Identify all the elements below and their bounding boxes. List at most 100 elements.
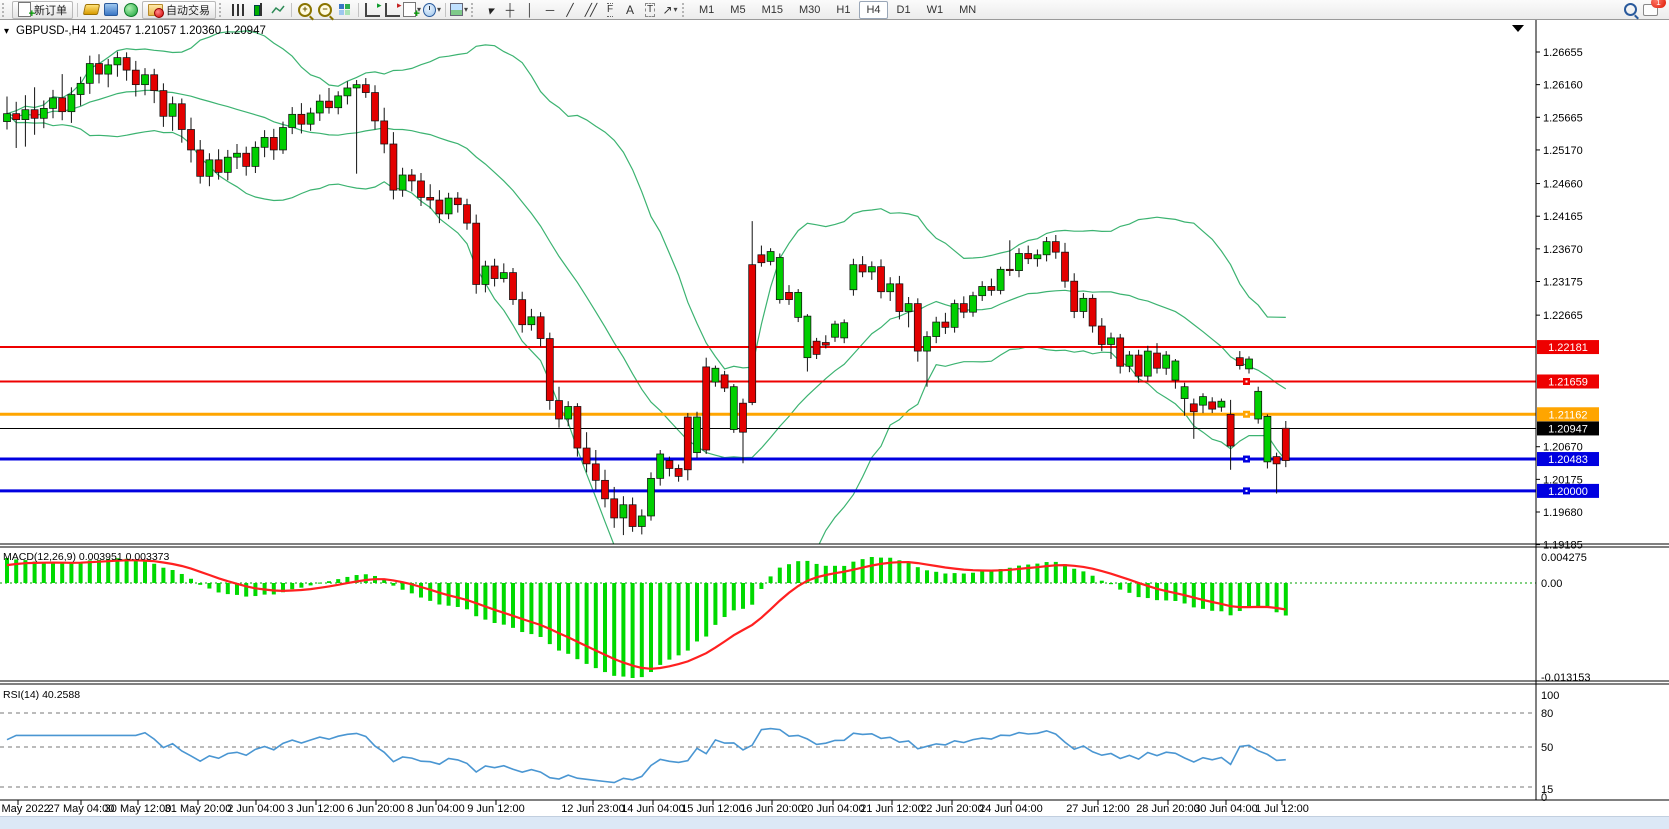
candlestick: [1062, 252, 1069, 281]
candlestick: [979, 286, 986, 295]
macd-histogram-bar: [401, 583, 405, 590]
timeframe-button-D1[interactable]: D1: [890, 1, 918, 19]
candlestick: [1255, 391, 1262, 419]
macd-histogram-bar: [1137, 583, 1141, 597]
toolbar-grip[interactable]: [471, 3, 478, 17]
line-chart-button[interactable]: [269, 2, 287, 18]
arrows-tool-button[interactable]: ↗▾: [661, 2, 679, 18]
candlestick: [427, 197, 434, 200]
candlestick: [942, 322, 949, 327]
candlestick: [1034, 255, 1041, 259]
time-tick-label: 9 Jun 12:00: [467, 803, 525, 815]
macd-histogram-bar: [97, 560, 101, 583]
candlestick: [353, 85, 360, 88]
candlestick: [243, 153, 250, 166]
symbol-dropdown-icon[interactable]: ▾: [4, 26, 9, 37]
candlestick: [859, 265, 866, 272]
macd-histogram-bar: [318, 583, 322, 584]
search-button[interactable]: [1621, 2, 1639, 18]
dropdown-arrow-icon[interactable]: ▾: [674, 5, 678, 14]
macd-histogram-bar: [520, 583, 524, 632]
text-tool-button[interactable]: A: [621, 2, 639, 18]
candlestick: [832, 324, 839, 337]
candlestick: [436, 200, 443, 214]
macd-histogram-bar: [419, 583, 423, 598]
candlestick: [1098, 326, 1105, 344]
macd-histogram-bar: [897, 560, 901, 583]
candlestick: [381, 121, 388, 144]
cascade-charts-button[interactable]: [383, 2, 401, 18]
crosshair-tool-button[interactable]: ┼: [501, 2, 519, 18]
data-window-button[interactable]: [102, 2, 120, 18]
timeframe-button-H1[interactable]: H1: [829, 1, 857, 19]
navigator-button[interactable]: [122, 2, 140, 18]
timeframe-button-M1[interactable]: M1: [692, 1, 721, 19]
macd-histogram-bar: [1247, 583, 1251, 607]
macd-histogram-bar: [640, 583, 644, 677]
macd-histogram-bar: [171, 570, 175, 583]
market-watch-button[interactable]: [82, 2, 100, 18]
candlestick-chart-button[interactable]: [249, 2, 267, 18]
chart-canvas[interactable]: 1.266551.261601.256651.251701.246601.241…: [0, 19, 1669, 816]
macd-histogram-bar: [612, 583, 616, 676]
cursor-tool-button[interactable]: [481, 2, 499, 18]
vertical-line-tool-button[interactable]: │: [521, 2, 539, 18]
candlestick: [638, 516, 645, 527]
trendline-tool-button[interactable]: ╱: [561, 2, 579, 18]
toolbar-grip[interactable]: [682, 3, 689, 17]
timeframe-button-MN[interactable]: MN: [952, 1, 983, 19]
macd-histogram-bar: [603, 583, 607, 672]
macd-histogram-bar: [483, 583, 487, 620]
candlestick: [178, 104, 185, 130]
bar-chart-button[interactable]: [229, 2, 247, 18]
zoom-in-button[interactable]: +: [296, 2, 314, 18]
candlestick: [629, 505, 636, 527]
candlestick: [574, 406, 581, 448]
auto-trading-button[interactable]: 自动交易: [142, 1, 216, 19]
dropdown-arrow-icon[interactable]: ▾: [437, 5, 441, 14]
macd-histogram-bar: [815, 564, 819, 583]
macd-histogram-bar: [1201, 583, 1205, 609]
macd-histogram-bar: [493, 583, 497, 623]
toolbar-grip[interactable]: [219, 3, 226, 17]
macd-histogram-bar: [42, 562, 46, 583]
text-label-tool-button[interactable]: T: [641, 2, 659, 18]
new-chart-button[interactable]: ▾: [403, 2, 421, 18]
macd-axis-label: -0.013153: [1541, 672, 1591, 684]
dropdown-arrow-icon[interactable]: ▾: [464, 5, 468, 14]
macd-histogram-bar: [759, 583, 763, 589]
timeframe-button-M15[interactable]: M15: [755, 1, 790, 19]
macd-histogram-bar: [879, 558, 883, 583]
candlestick: [694, 417, 701, 453]
channel-tool-button[interactable]: ╱╱: [581, 2, 599, 18]
candlestick: [31, 110, 38, 119]
time-tick-label: 3 Jun 12:00: [287, 803, 345, 815]
timeframe-button-M30[interactable]: M30: [792, 1, 827, 19]
candlestick: [298, 114, 305, 124]
horizontal-line-tool-button[interactable]: ─: [541, 2, 559, 18]
market-watch-icon: [82, 4, 99, 15]
tile-windows-button[interactable]: [336, 2, 354, 18]
templates-button[interactable]: ▾: [450, 2, 468, 18]
macd-histogram-bar: [391, 583, 395, 586]
fibonacci-tool-button[interactable]: F: [601, 2, 619, 18]
candlestick: [712, 368, 719, 382]
candlestick: [142, 75, 149, 85]
status-strip: [0, 816, 1669, 829]
bar-chart-icon: [232, 4, 244, 16]
candlestick: [344, 88, 351, 96]
new-order-button[interactable]: 新订单: [12, 1, 73, 19]
macd-histogram-bar: [769, 576, 773, 583]
zoom-out-button[interactable]: −: [316, 2, 334, 18]
timeframe-button-H4[interactable]: H4: [859, 1, 887, 19]
timeframe-button-W1[interactable]: W1: [920, 1, 951, 19]
toolbar-grip[interactable]: [2, 3, 9, 17]
notifications-button[interactable]: 1: [1641, 2, 1659, 18]
candlestick: [215, 160, 222, 173]
candlestick: [758, 255, 765, 263]
profiles-button[interactable]: ▾: [423, 2, 441, 18]
macd-histogram-bar: [1127, 583, 1131, 593]
candlestick: [620, 505, 627, 518]
timeframe-button-M5[interactable]: M5: [723, 1, 752, 19]
arrange-charts-button[interactable]: [363, 2, 381, 18]
